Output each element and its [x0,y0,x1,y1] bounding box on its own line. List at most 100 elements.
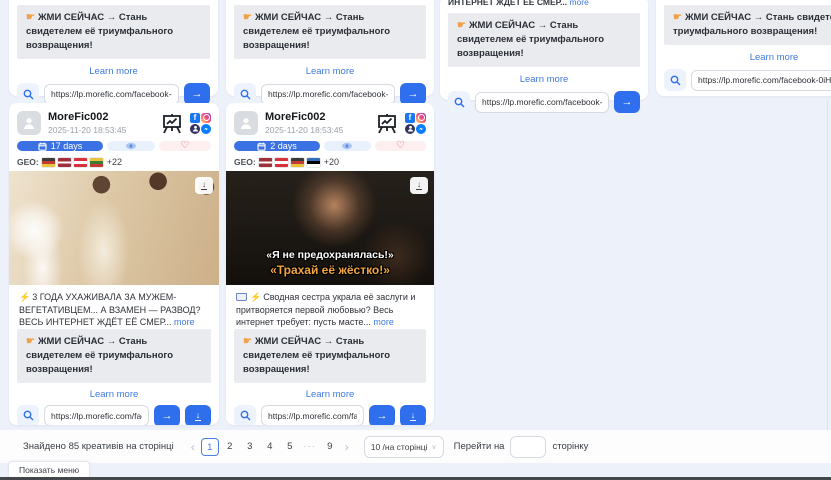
days-active-button[interactable]: 17 days [17,141,103,151]
days-active-button[interactable]: 2 days [234,141,320,151]
download-image-button[interactable]: ↓ [195,177,213,194]
flag-lt-icon [90,158,103,167]
landing-url-input[interactable] [691,70,831,91]
search-button[interactable] [17,405,39,426]
flag-at-icon [74,158,87,167]
landing-url-row: → [17,83,210,105]
presentation-chart-icon [160,113,184,134]
geo-row: GEO: +20 [234,157,426,167]
header-icons: f [375,113,426,134]
pointing-hand-icon: ☛ [26,336,35,347]
card-actions: 17 days ♡ [17,141,211,151]
search-button[interactable] [448,91,470,113]
more-link[interactable]: more [174,317,195,327]
arrow-right-icon: → [162,410,173,422]
pointing-hand-icon: ☛ [457,20,466,31]
landing-url-input[interactable] [261,405,364,425]
learn-more-link[interactable]: Learn more [234,66,426,77]
avatar [17,111,41,135]
download-icon: ↓ [195,411,202,421]
more-link[interactable]: more [569,0,588,7]
open-url-button[interactable]: → [184,83,210,105]
lightning-icon: ⚡ [250,292,261,302]
pointing-hand-icon: ☛ [26,12,35,23]
creative-datetime: 2025-11-20 18:53:45 [265,126,343,135]
advertiser-info: MoreFic002 2025-11-20 18:53:45 [48,112,126,135]
advertiser-info: MoreFic002 2025-11-20 18:53:45 [265,112,343,135]
show-menu-button[interactable]: Показать меню [8,461,90,477]
creative-card: MoreFic002 2025-11-20 18:53:45 f 17 days [9,103,219,425]
open-url-button[interactable]: → [154,405,180,426]
learn-more-link[interactable]: Learn more [17,66,210,77]
ad-cta-headline: ☛ЖМИ СЕЙЧАС → Стань свидетелем её триумф… [664,5,831,45]
creative-image[interactable]: ↓ [9,171,219,285]
next-page-button[interactable]: › [340,440,354,454]
landing-url-input[interactable] [261,84,395,105]
ad-cta-headline: ☛ЖМИ СЕЙЧАС → Стань свидетелем её триумф… [17,5,210,59]
placement-icons: f [190,113,211,134]
download-image-button[interactable]: ↓ [410,177,428,194]
arrow-right-icon: → [408,88,419,100]
open-url-button[interactable]: → [400,83,426,105]
geo-more-count[interactable]: +20 [324,157,339,167]
advertiser-name[interactable]: MoreFic002 [265,112,343,123]
per-page-select[interactable]: 10 /на сторінці ∨ [364,436,444,458]
creative-card-fragment: ☛ЖМИ СЕЙЧАС → Стань свидетелем её триумф… [226,0,434,96]
search-button[interactable] [664,69,686,91]
landing-url-row: → [448,91,640,113]
geo-row: GEO: +22 [17,157,211,167]
card-bottom: ☛ЖМИ СЕЙЧАС → Стань свидетелем её триумф… [226,329,434,426]
advertiser-name[interactable]: MoreFic002 [48,112,126,123]
pointing-hand-icon: ☛ [243,336,252,347]
ad-cta-headline-text: ЖМИ СЕЙЧАС → Стань свидетелем её триумфа… [26,336,173,375]
favorite-button[interactable]: ♡ [375,141,426,151]
learn-more-link[interactable]: Learn more [17,389,211,400]
learn-more-link[interactable]: Learn more [664,52,831,63]
favorite-button[interactable]: ♡ [159,141,211,151]
ad-cta-headline-text: ЖМИ СЕЙЧАС → Стань свидетелем её триумфа… [26,12,173,51]
pagination-bar: Знайдено 85 креативів на сторінці ‹ 1 2 … [0,430,831,463]
download-creative-button[interactable]: ↓ [400,405,426,426]
days-active-label: 17 days [51,141,83,151]
prev-page-button[interactable]: ‹ [186,440,200,454]
learn-more-link[interactable]: Learn more [234,389,426,400]
preview-button[interactable] [324,141,371,151]
card-bottom: ☛ЖМИ СЕЙЧАС → Стань свидетелем её триумф… [9,329,219,426]
ad-cta-headline: ☛ЖМИ СЕЙЧАС → Стань свидетелем её триумф… [234,5,426,59]
landing-url-input[interactable] [44,405,149,425]
page-button-2[interactable]: 2 [221,438,239,456]
scrollbar-track[interactable] [827,100,828,430]
download-creative-button[interactable]: ↓ [185,405,211,426]
placement-icons: f [405,113,426,134]
page-button-5[interactable]: 5 [281,438,299,456]
calendar-icon [38,142,47,151]
search-button[interactable] [234,83,256,105]
creative-image[interactable]: ↓ «Я не предохранялась!» «Трахай её жёст… [226,171,434,285]
page-button-3[interactable]: 3 [241,438,259,456]
creatives-gallery-page: ☛ЖМИ СЕЙЧАС → Стань свидетелем её триумф… [0,0,831,480]
more-link[interactable]: more [373,317,394,327]
page-button-1[interactable]: 1 [201,438,219,456]
ad-cta-headline-text: ЖМИ СЕЙЧАС → Стань свидетелем её триумфа… [457,20,604,59]
landing-url-input[interactable] [475,92,609,113]
page-button-4[interactable]: 4 [261,438,279,456]
landing-url-input[interactable] [44,84,179,105]
audience-network-icon [405,124,415,134]
open-url-button[interactable]: → [614,91,640,113]
search-button[interactable] [17,83,39,105]
image-overlay-text-1: «Я не предохранялась!» [226,249,434,261]
download-icon: ↓ [416,181,422,190]
page-jump-input[interactable] [510,436,546,458]
avatar [234,111,258,135]
eye-icon [341,142,353,150]
landing-url-row: → [664,69,831,91]
search-button[interactable] [234,405,256,426]
open-url-button[interactable]: → [369,405,395,426]
ad-cta-headline-text: ЖМИ СЕЙЧАС → Стань свидетелем её триумфа… [243,336,390,375]
page-button-9[interactable]: 9 [321,438,339,456]
preview-button[interactable] [107,141,155,151]
creative-card-fragment: ☛ЖМИ СЕЙЧАС → Стань свидетелем её триумф… [656,0,831,96]
instagram-icon [416,113,426,123]
geo-more-count[interactable]: +22 [107,157,122,167]
learn-more-link[interactable]: Learn more [448,74,640,85]
